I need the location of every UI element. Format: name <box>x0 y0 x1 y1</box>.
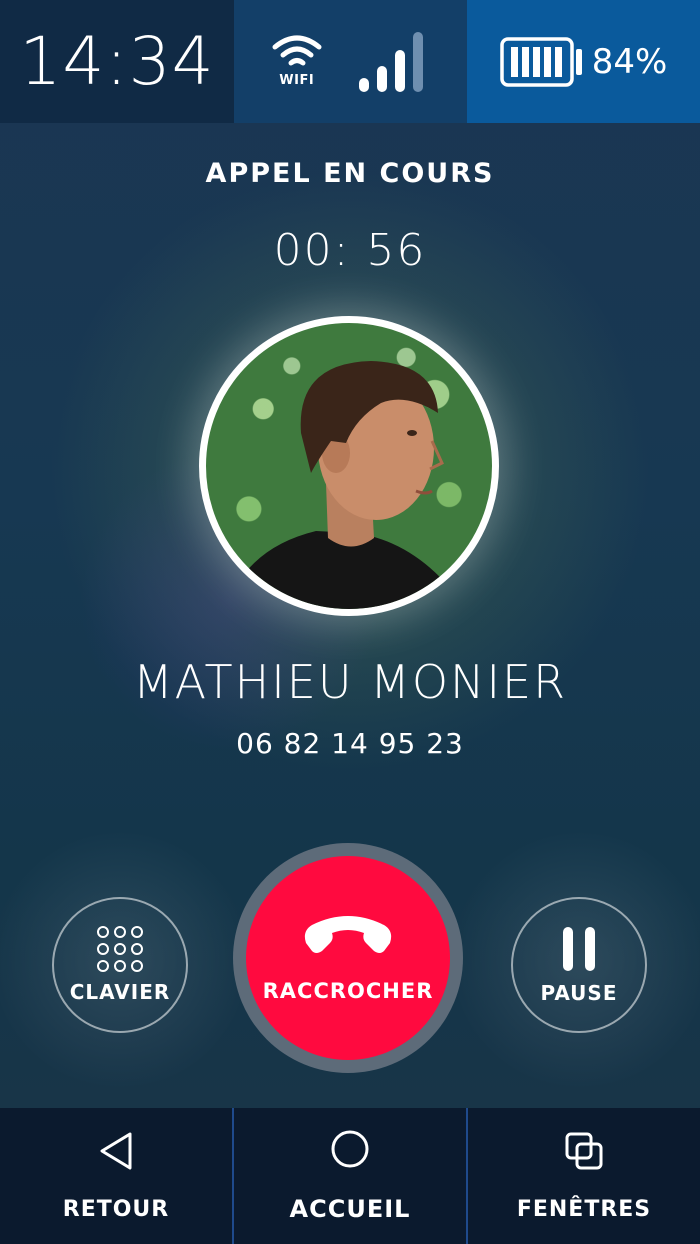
pause-button[interactable]: PAUSE <box>511 897 647 1033</box>
battery-status: 84% <box>467 0 700 123</box>
contact-photo <box>226 361 466 609</box>
hangup-phone-icon <box>304 916 392 953</box>
recent-windows-icon <box>565 1132 603 1169</box>
battery-percent: 84% <box>591 41 668 82</box>
keypad-label: CLAVIER <box>69 980 171 1004</box>
status-time: 14:34 <box>0 0 234 123</box>
contact-avatar <box>199 316 499 616</box>
keypad-icon <box>97 926 143 972</box>
nav-windows-label: FENÊTRES <box>516 1196 652 1222</box>
keypad-button[interactable]: CLAVIER <box>52 897 188 1033</box>
call-timer: 00: 56 <box>273 225 427 276</box>
wifi-indicator: WIFI <box>272 35 322 88</box>
wifi-label: WIFI <box>279 73 315 88</box>
hangup-label: RACCROCHER <box>262 979 434 1003</box>
wifi-icon <box>272 35 322 66</box>
nav-home-label: ACCUEIL <box>289 1195 411 1223</box>
pause-label: PAUSE <box>540 981 618 1005</box>
call-status: APPEL EN COURS <box>205 158 495 189</box>
pause-icon <box>563 927 595 971</box>
status-bar: 14:34 WIFI 84% <box>0 0 700 123</box>
nav-back[interactable]: RETOUR <box>0 1108 234 1244</box>
network-status: WIFI <box>234 0 467 123</box>
nav-home[interactable]: ACCUEIL <box>234 1108 468 1244</box>
back-triangle-icon <box>100 1132 132 1169</box>
hangup-button[interactable]: RACCROCHER <box>246 856 450 1060</box>
contact-name: MATHIEU MONIER <box>132 655 568 709</box>
home-circle-icon <box>331 1130 369 1168</box>
nav-windows[interactable]: FENÊTRES <box>468 1108 700 1244</box>
battery-icon <box>499 36 582 87</box>
contact-number: 06 82 14 95 23 <box>236 727 464 760</box>
nav-back-label: RETOUR <box>62 1196 170 1222</box>
navigation-bar: RETOUR ACCUEIL FENÊTRES <box>0 1108 700 1244</box>
signal-strength-icon <box>359 31 424 92</box>
call-screen: 14:34 WIFI 84% APPEL EN COURS 00: 56 MAT… <box>0 0 700 1244</box>
